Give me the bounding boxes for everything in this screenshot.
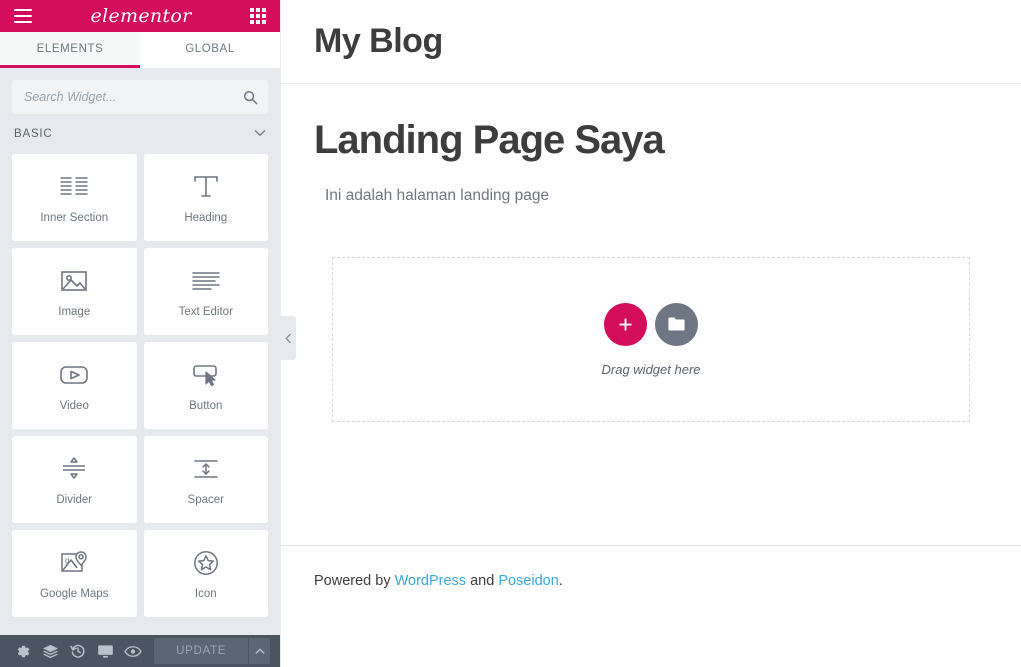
- section-basic-header[interactable]: BASIC: [12, 114, 268, 154]
- editor-panel: elementor ELEMENTS GLOBAL BASIC: [0, 0, 296, 667]
- image-icon: [60, 266, 88, 296]
- widget-icon[interactable]: Icon: [143, 530, 268, 617]
- site-header: My Blog: [281, 0, 1021, 84]
- chevron-down-icon: [254, 128, 266, 140]
- site-main-content: Landing Page Saya Ini adalah halaman lan…: [281, 84, 1021, 545]
- inner-section-icon: [59, 172, 89, 202]
- elementor-editor: elementor ELEMENTS GLOBAL BASIC: [0, 0, 1021, 667]
- widget-label: Video: [59, 399, 89, 412]
- search-input[interactable]: [24, 90, 243, 104]
- widget-label: Text Editor: [178, 305, 233, 318]
- tab-global[interactable]: GLOBAL: [140, 32, 280, 68]
- widget-video[interactable]: Video: [12, 342, 137, 429]
- widget-divider[interactable]: Divider: [12, 436, 137, 523]
- spacer-icon: [192, 454, 220, 484]
- svg-text:g: g: [65, 556, 69, 565]
- update-button[interactable]: UPDATE: [154, 638, 249, 664]
- settings-gear-icon[interactable]: [10, 635, 37, 667]
- panel-footer-toolbar: UPDATE: [0, 635, 280, 667]
- widget-label: Heading: [184, 211, 228, 224]
- plus-icon: [619, 317, 632, 331]
- widget-label: Google Maps: [40, 587, 109, 600]
- dropzone-label: Drag widget here: [601, 361, 701, 377]
- page-preview: My Blog Landing Page Saya Ini adalah hal…: [280, 0, 1021, 667]
- panel-tabs: ELEMENTS GLOBAL: [0, 32, 280, 68]
- widget-label: Icon: [194, 587, 217, 600]
- widget-dropzone[interactable]: Drag widget here: [332, 257, 970, 422]
- folder-template-icon: [668, 317, 685, 331]
- widget-label: Divider: [56, 493, 93, 506]
- hamburger-icon[interactable]: [14, 9, 32, 23]
- search-icon: [243, 90, 258, 105]
- history-revisions-icon[interactable]: [64, 635, 91, 667]
- widget-google-maps[interactable]: g Google Maps: [12, 530, 137, 617]
- footer-suffix: .: [558, 573, 563, 589]
- add-section-button[interactable]: [604, 302, 647, 346]
- widget-grid: Inner Section Heading Image Text Editor …: [12, 154, 268, 617]
- widget-heading[interactable]: Heading: [143, 154, 268, 241]
- panel-collapse-handle[interactable]: [280, 316, 296, 360]
- page-title: Landing Page Saya: [314, 118, 665, 162]
- text-editor-icon: [191, 266, 221, 296]
- widget-image[interactable]: Image: [12, 248, 137, 335]
- star-circle-icon: [192, 548, 220, 578]
- site-title: My Blog: [314, 22, 443, 60]
- heading-t-icon: [192, 172, 220, 202]
- grid-apps-icon[interactable]: [249, 8, 266, 24]
- widget-label: Inner Section: [40, 211, 109, 224]
- footer-credit-text: Powered by WordPress and Poseidon.: [314, 573, 988, 589]
- widget-label: Spacer: [187, 493, 224, 506]
- video-play-icon: [59, 360, 89, 390]
- page-subtitle: Ini adalah halaman landing page: [325, 187, 550, 204]
- wordpress-link[interactable]: WordPress: [395, 573, 466, 589]
- widget-text-editor[interactable]: Text Editor: [143, 248, 268, 335]
- button-cursor-icon: [191, 360, 221, 390]
- widget-spacer[interactable]: Spacer: [143, 436, 268, 523]
- footer-prefix: Powered by: [314, 573, 395, 589]
- add-template-button[interactable]: [655, 302, 698, 346]
- widget-button[interactable]: Button: [143, 342, 268, 429]
- divider-icon: [60, 454, 88, 484]
- site-footer: Powered by WordPress and Poseidon.: [281, 545, 1021, 667]
- chevron-left-icon: [284, 333, 291, 343]
- google-maps-icon: g: [60, 548, 88, 578]
- responsive-mode-icon[interactable]: [92, 635, 119, 667]
- tab-elements[interactable]: ELEMENTS: [0, 32, 140, 68]
- navigator-layers-icon[interactable]: [37, 635, 64, 667]
- panel-header: elementor: [0, 0, 280, 32]
- widget-inner-section[interactable]: Inner Section: [12, 154, 137, 241]
- search-widget-field[interactable]: [12, 80, 268, 114]
- panel-body: BASIC: [0, 68, 280, 635]
- poseidon-link[interactable]: Poseidon: [498, 573, 558, 589]
- widget-label: Image: [58, 305, 91, 318]
- preview-eye-icon[interactable]: [119, 635, 146, 667]
- dropzone-buttons: [604, 302, 698, 346]
- update-options-caret[interactable]: [249, 638, 270, 664]
- section-basic-title: BASIC: [14, 128, 53, 140]
- footer-middle: and: [466, 573, 499, 589]
- widget-label: Button: [189, 399, 223, 412]
- elementor-logo: elementor: [90, 5, 192, 27]
